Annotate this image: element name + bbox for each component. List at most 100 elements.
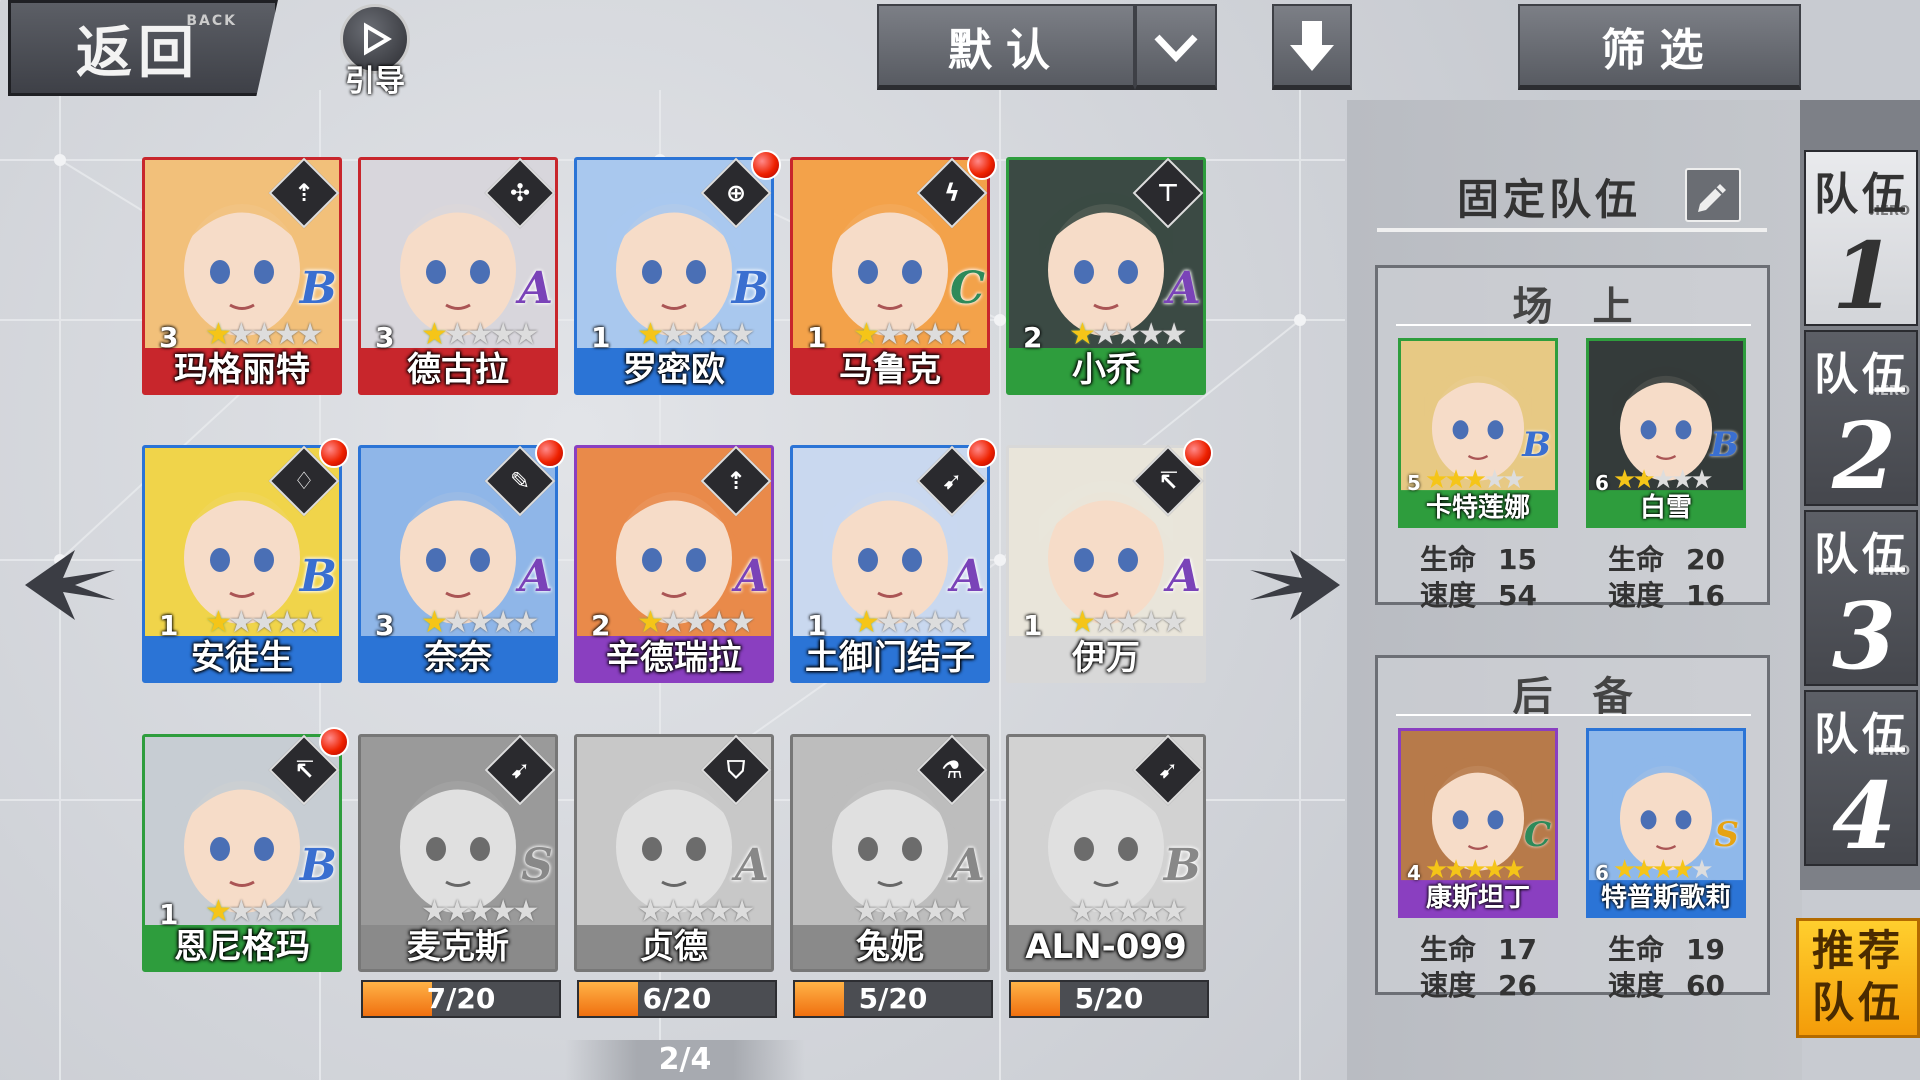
team-hero-card[interactable]: B 6 ★★★★★ 白雪 [1586, 338, 1746, 528]
star-icon: ★ [1160, 894, 1188, 929]
filter-button[interactable]: 筛选 [1518, 4, 1801, 90]
hp-value: 20 [1686, 543, 1725, 576]
hero-name: 贞德 [640, 927, 708, 967]
star-rating: ★★★★★ [853, 605, 972, 640]
star-icon: ★ [512, 605, 540, 640]
star-icon: ★ [921, 894, 949, 929]
star-icon: ★ [1114, 317, 1142, 352]
sort-dropdown-button[interactable] [1135, 4, 1217, 90]
star-icon: ★ [1091, 317, 1119, 352]
rank-badge: B [1163, 840, 1201, 891]
hero-card[interactable]: ➹ A 1 ★★★★★ 土御门结子 [790, 438, 997, 683]
fragment-progress-fill [363, 982, 432, 1016]
star-icon: ★ [1114, 894, 1142, 929]
star-icon: ★ [227, 894, 255, 929]
star-icon: ★ [273, 317, 301, 352]
star-icon: ★ [875, 605, 903, 640]
hero-name: 罗密欧 [623, 350, 725, 390]
fragment-progress-fill [579, 982, 638, 1016]
class-glyph: ⇡ [293, 179, 315, 207]
star-icon: ★ [728, 894, 756, 929]
hp-stat: 生命 19 [1608, 928, 1725, 968]
hero-name: 土御门结子 [805, 638, 975, 678]
class-glyph: ♢ [293, 467, 315, 495]
hero-card[interactable]: ↸ B 1 ★★★★★ 恩尼格玛 [142, 727, 349, 972]
star-icon: ★ [705, 894, 733, 929]
class-glyph: ⊤ [1157, 179, 1179, 207]
locked-hero-card[interactable]: ⚗ A ★★★★★ 兔妮 5/20 [790, 734, 993, 1018]
rank-badge: A [950, 551, 985, 602]
star-rating: ★★★★★ [205, 605, 324, 640]
star-icon: ★ [853, 317, 880, 352]
star-rating: ★★★★★ [853, 317, 972, 352]
hero-card[interactable]: ↸ A 1 ★★★★★ 伊万 [1006, 438, 1213, 683]
fragment-progress-bar: 7/20 [361, 980, 561, 1018]
rank-badge: B [731, 263, 769, 314]
star-icon: ★ [296, 605, 324, 640]
team-hero-card[interactable]: S 6 ★★★★★ 特普斯歌莉 [1586, 728, 1746, 918]
team-tab-number: 4 [1832, 762, 1897, 870]
guide-label: 引导 [345, 64, 405, 99]
hero-name: 伊万 [1072, 638, 1140, 678]
locked-hero-card[interactable]: ➹ B ★★★★★ ALN-099 5/20 [1006, 734, 1209, 1018]
hp-value: 19 [1686, 933, 1725, 966]
fragment-count: 6/20 [642, 982, 712, 1015]
star-icon: ★ [466, 605, 494, 640]
star-icon: ★ [296, 894, 324, 929]
hero-card[interactable]: ⊕ B 1 ★★★★★ 罗密欧 [574, 150, 781, 395]
speed-stat: 速度 54 [1420, 574, 1537, 614]
star-icon: ★ [728, 605, 756, 640]
star-rating: ★★★★★ [421, 894, 540, 929]
star-icon: ★ [637, 605, 664, 640]
star-icon: ★ [853, 605, 880, 640]
team-title: 固定队伍 [1457, 175, 1642, 224]
team-tab-en: HERO [1869, 564, 1910, 579]
rank-badge: A [518, 551, 553, 602]
hero-name: 安徒生 [191, 638, 293, 678]
hero-card[interactable]: ⊤ A 2 ★★★★★ 小乔 [1006, 157, 1206, 395]
hero-name: 奈奈 [424, 638, 492, 678]
hero-card[interactable]: ϟ C 1 ★★★★★ 马鲁克 [790, 150, 997, 395]
fragment-progress-bar: 5/20 [1009, 980, 1209, 1018]
star-icon: ★ [898, 605, 926, 640]
prev-page-arrow-icon[interactable] [15, 530, 125, 640]
star-icon: ★ [1160, 317, 1188, 352]
sort-order-button[interactable] [1272, 4, 1352, 90]
team-tab-en: HERO [1869, 744, 1910, 759]
team-hero-card[interactable]: C 4 ★★★★★ 康斯坦丁 [1398, 728, 1558, 918]
star-icon: ★ [296, 317, 324, 352]
team-tab-4[interactable]: 队伍 HERO 4 [1804, 690, 1918, 870]
star-icon: ★ [443, 894, 471, 929]
team-hero-card[interactable]: B 5 ★★★★★ 卡特莲娜 [1398, 338, 1558, 528]
locked-hero-card[interactable]: ➹ S ★★★★★ 麦克斯 7/20 [358, 734, 561, 1018]
sort-button[interactable]: 默认 [877, 4, 1135, 90]
star-icon: ★ [421, 317, 448, 352]
speed-stat: 速度 60 [1608, 964, 1725, 1004]
fragment-count: 5/20 [1074, 982, 1144, 1015]
star-rating: ★★★★★ [637, 317, 756, 352]
team-tab-3[interactable]: 队伍 HERO 3 [1804, 510, 1918, 690]
star-icon: ★ [944, 894, 972, 929]
back-button[interactable]: 返回 BACK [8, 0, 278, 96]
team-tab-1[interactable]: 队伍 HERO 1 [1804, 150, 1918, 330]
hero-name: 麦克斯 [407, 927, 509, 967]
hero-card[interactable]: ⇡ B 3 ★★★★★ 玛格丽特 [142, 157, 342, 395]
hero-card[interactable]: ⇡ A 2 ★★★★★ 辛德瑞拉 [574, 445, 774, 683]
speed-stat: 速度 16 [1608, 574, 1725, 614]
star-icon: ★ [250, 317, 278, 352]
guide-button[interactable]: 引导 [330, 4, 420, 100]
hero-card[interactable]: ♢ B 1 ★★★★★ 安徒生 [142, 438, 349, 683]
star-icon: ★ [705, 317, 733, 352]
hero-name: 玛格丽特 [174, 350, 310, 390]
locked-hero-card[interactable]: ⛉ A ★★★★★ 贞德 6/20 [574, 734, 777, 1018]
star-icon: ★ [898, 317, 926, 352]
hero-name: 德古拉 [407, 350, 509, 390]
hero-card[interactable]: ✣ A 3 ★★★★★ 德古拉 [358, 157, 558, 395]
speed-label: 速度 [1420, 579, 1477, 612]
rank-badge: A [1166, 551, 1201, 602]
team-tab-2[interactable]: 队伍 HERO 2 [1804, 330, 1918, 510]
hero-card[interactable]: ✎ A 3 ★★★★★ 奈奈 [358, 438, 565, 683]
edit-team-button[interactable] [1685, 168, 1741, 222]
recommend-team-button[interactable]: 推荐队伍 [1796, 918, 1920, 1038]
next-page-arrow-icon[interactable] [1240, 530, 1350, 640]
